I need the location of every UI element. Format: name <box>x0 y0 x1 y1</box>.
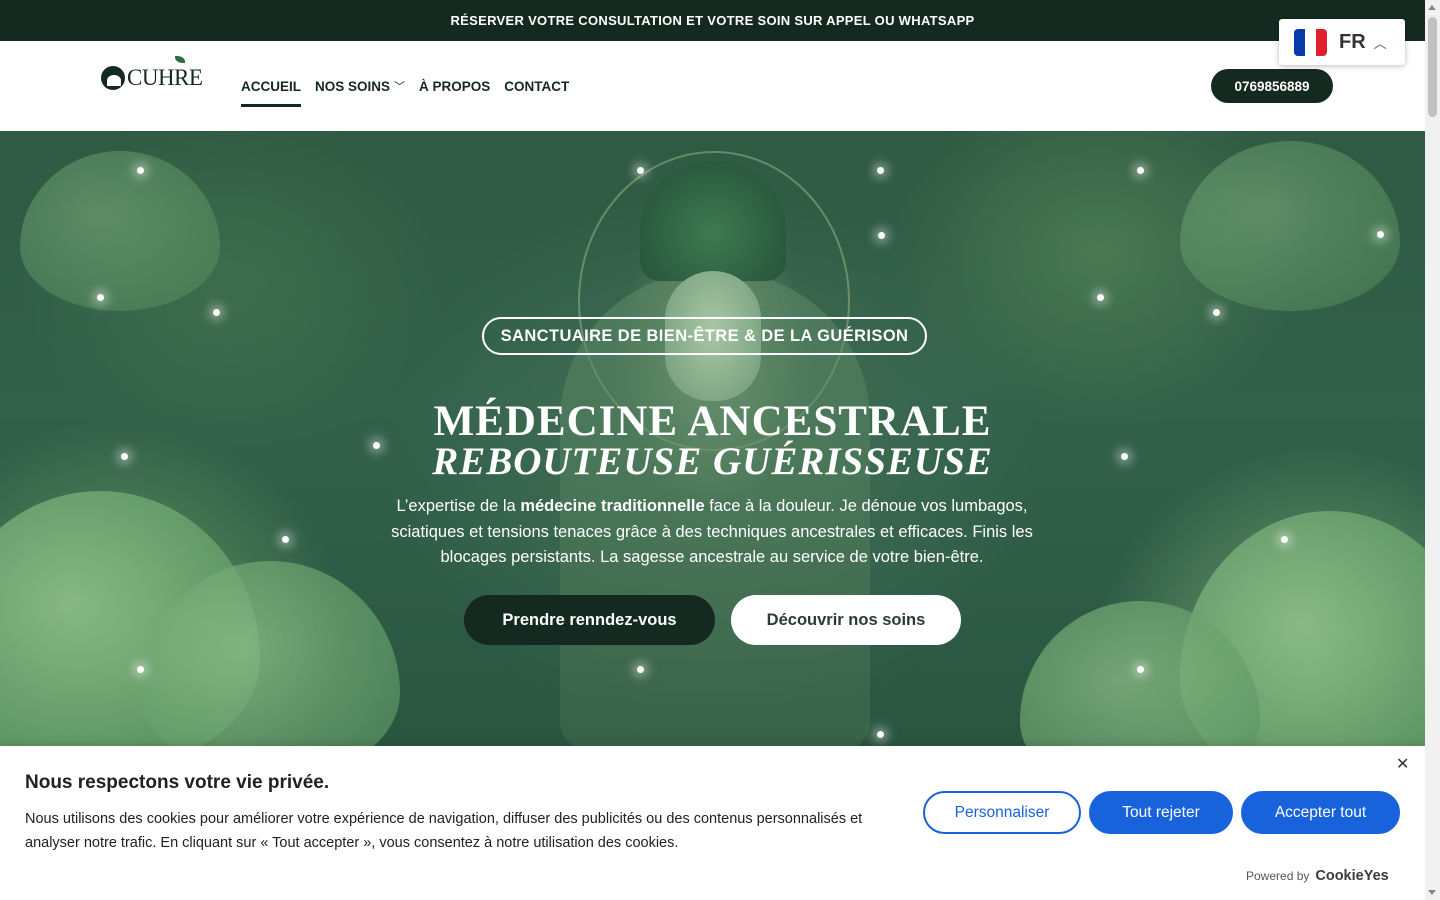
scrollbar[interactable] <box>1425 0 1440 900</box>
nav-item-label: ACCUEIL <box>241 78 301 94</box>
language-code: FR <box>1339 30 1366 53</box>
sparkle-decoration <box>1213 309 1220 316</box>
leaf-decoration <box>1180 141 1400 311</box>
sparkle-decoration <box>1137 666 1144 673</box>
site-header: CUHRE ACCUEIL NOS SOINS ﹀ À PROPOS CONTA… <box>0 41 1425 131</box>
sparkle-decoration <box>637 167 644 174</box>
sparkle-decoration <box>97 294 104 301</box>
main-nav: ACCUEIL NOS SOINS ﹀ À PROPOS CONTACT <box>241 76 569 107</box>
sparkle-decoration <box>213 309 220 316</box>
nav-item-label: CONTACT <box>504 78 570 94</box>
chevron-down-icon: ﹀ <box>394 81 406 93</box>
hero-section: SANCTUAIRE DE BIEN-ÊTRE & DE LA GUÉRISON… <box>0 131 1425 746</box>
cookie-banner: ✕ Nous respectons votre vie privée. Nous… <box>0 746 1425 900</box>
leaf-decoration <box>20 151 220 311</box>
announcement-bar: RÉSERVER VOTRE CONSULTATION ET VOTRE SOI… <box>0 0 1425 41</box>
nav-item-contact[interactable]: CONTACT <box>504 76 569 96</box>
nav-item-nos-soins[interactable]: NOS SOINS ﹀ <box>315 76 405 96</box>
sparkle-decoration <box>1137 167 1144 174</box>
cookie-text: Nous utilisons des cookies pour améliore… <box>25 811 863 851</box>
language-switcher[interactable]: FR ︿ <box>1279 19 1405 65</box>
reject-all-button[interactable]: Tout rejeter <box>1089 791 1233 834</box>
sparkle-decoration <box>878 232 885 239</box>
sparkle-decoration <box>1097 294 1104 301</box>
france-flag-icon <box>1294 28 1327 56</box>
cookie-title: Nous respectons votre vie privée. <box>25 772 330 793</box>
sparkle-decoration <box>1281 536 1288 543</box>
sparkle-decoration <box>137 666 144 673</box>
hero-subtitle: REBOUTEUSE GUÉRISSEUSE <box>432 440 993 483</box>
scroll-down-icon[interactable] <box>1428 890 1436 895</box>
personalize-button[interactable]: Personnaliser <box>923 791 1081 834</box>
scrollbar-thumb[interactable] <box>1428 17 1437 117</box>
discover-care-button[interactable]: Découvrir nos soins <box>731 595 961 645</box>
logo[interactable]: CUHRE <box>101 56 203 91</box>
sparkle-decoration <box>282 536 289 543</box>
accept-all-button[interactable]: Accepter tout <box>1241 791 1400 834</box>
leaf-icon <box>175 56 185 63</box>
cookieyes-logo: CookieYes <box>1315 868 1389 884</box>
announcement-text: RÉSERVER VOTRE CONSULTATION ET VOTRE SOI… <box>450 13 975 28</box>
close-icon[interactable]: ✕ <box>1396 754 1409 774</box>
nav-item-accueil[interactable]: ACCUEIL <box>241 76 301 107</box>
sparkle-decoration <box>877 167 884 174</box>
nav-item-label: À PROPOS <box>419 78 491 94</box>
logo-text: CUHRE <box>127 56 203 91</box>
sparkle-decoration <box>637 666 644 673</box>
nav-item-label: NOS SOINS <box>315 78 391 94</box>
logo-icon <box>101 66 125 90</box>
book-appointment-button[interactable]: Prendre renndez-vous <box>464 595 715 645</box>
nav-item-a-propos[interactable]: À PROPOS <box>419 76 490 96</box>
hero-description: L’expertise de la médecine traditionnell… <box>391 497 1033 566</box>
sparkle-decoration <box>137 167 144 174</box>
powered-by[interactable]: Powered by CookieYes <box>1246 868 1389 884</box>
hero-badge: SANCTUAIRE DE BIEN-ÊTRE & DE LA GUÉRISON <box>482 317 927 355</box>
powered-by-label: Powered by <box>1246 869 1310 883</box>
chevron-up-icon: ︿ <box>1373 35 1387 51</box>
scroll-up-icon[interactable] <box>1428 5 1436 10</box>
sparkle-decoration <box>1377 231 1384 238</box>
phone-button[interactable]: 0769856889 <box>1211 69 1333 103</box>
sparkle-decoration <box>877 731 884 738</box>
